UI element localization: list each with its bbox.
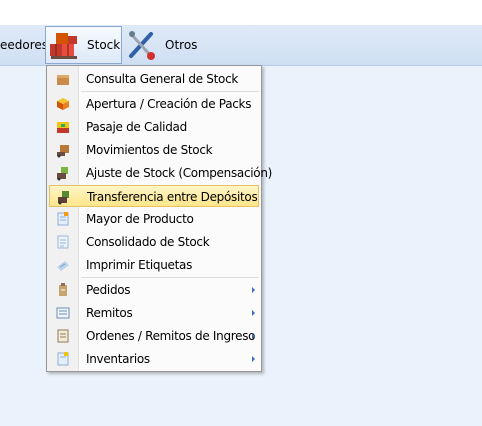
menu-proveedores[interactable]: eedores — [0, 26, 48, 64]
menu-otros-label: Otros — [165, 38, 198, 52]
menu-item-label: Ordenes / Remitos de Ingreso — [86, 329, 256, 343]
label-print-icon — [57, 261, 69, 271]
menu-item-inventarios[interactable]: Inventarios — [49, 348, 259, 370]
box-search-icon — [57, 75, 69, 85]
intake-icon — [57, 329, 69, 343]
menu-item-pedidos[interactable]: Pedidos — [49, 279, 259, 301]
menu-item-label: Transferencia entre Depósitos — [87, 190, 258, 204]
submenu-arrow-icon — [252, 287, 255, 293]
stock-dropdown-menu: Consulta General de Stock Apertura / Cre… — [46, 65, 272, 372]
transfer-icon — [58, 191, 69, 205]
menu-item-label: Pasaje de Calidad — [86, 120, 187, 134]
report-icon — [57, 235, 69, 249]
menu-separator — [81, 91, 259, 92]
menu-item-ajuste[interactable]: Ajuste de Stock (Compensación) — [49, 162, 272, 184]
order-icon — [59, 283, 67, 296]
menu-item-label: Remitos — [86, 306, 133, 320]
boxes-icon — [50, 33, 77, 59]
menu-item-consulta-general[interactable]: Consulta General de Stock — [49, 68, 259, 90]
pack-icon — [57, 98, 69, 110]
menu-item-label: Consolidado de Stock — [86, 235, 210, 249]
menu-proveedores-label: eedores — [0, 38, 49, 52]
submenu-arrow-icon — [252, 310, 255, 316]
submenu-arrow-icon — [252, 356, 255, 362]
menubar: eedores Stock Otros — [0, 25, 482, 66]
menu-item-label: Imprimir Etiquetas — [86, 258, 193, 272]
menu-item-label: Apertura / Creación de Packs — [86, 97, 252, 111]
menu-stock[interactable]: Stock — [45, 26, 122, 64]
menu-item-label: Movimientos de Stock — [86, 143, 213, 157]
menu-otros[interactable]: Otros — [125, 26, 205, 64]
tools-icon — [129, 31, 155, 60]
menu-item-consolidado[interactable]: Consolidado de Stock — [49, 231, 259, 253]
menu-separator — [81, 277, 259, 278]
menu-item-ordenes-ingreso[interactable]: Ordenes / Remitos de Ingreso — [49, 325, 259, 347]
menu-item-transferencia[interactable]: Transferencia entre Depósitos — [49, 185, 259, 207]
menu-item-label: Mayor de Producto — [86, 212, 194, 226]
quality-box-icon — [57, 122, 69, 133]
inventory-icon — [57, 352, 69, 366]
menu-item-movimientos[interactable]: Movimientos de Stock — [49, 139, 259, 161]
menu-item-label: Consulta General de Stock — [86, 72, 239, 86]
menu-item-pasaje-calidad[interactable]: Pasaje de Calidad — [49, 116, 259, 138]
menu-item-apertura-packs[interactable]: Apertura / Creación de Packs — [49, 93, 259, 115]
menu-stock-label: Stock — [87, 38, 121, 52]
ledger-icon — [57, 212, 69, 226]
delivery-note-icon — [56, 307, 70, 319]
menu-item-label: Inventarios — [86, 352, 150, 366]
menu-item-label: Ajuste de Stock (Compensación) — [86, 166, 273, 180]
movement-icon — [57, 145, 69, 158]
menu-item-label: Pedidos — [86, 283, 131, 297]
submenu-arrow-icon — [252, 333, 255, 339]
menu-item-remitos[interactable]: Remitos — [49, 302, 259, 324]
menu-item-imprimir-etiquetas[interactable]: Imprimir Etiquetas — [49, 254, 259, 276]
menu-item-mayor-producto[interactable]: Mayor de Producto — [49, 208, 259, 230]
adjust-icon — [57, 167, 68, 181]
